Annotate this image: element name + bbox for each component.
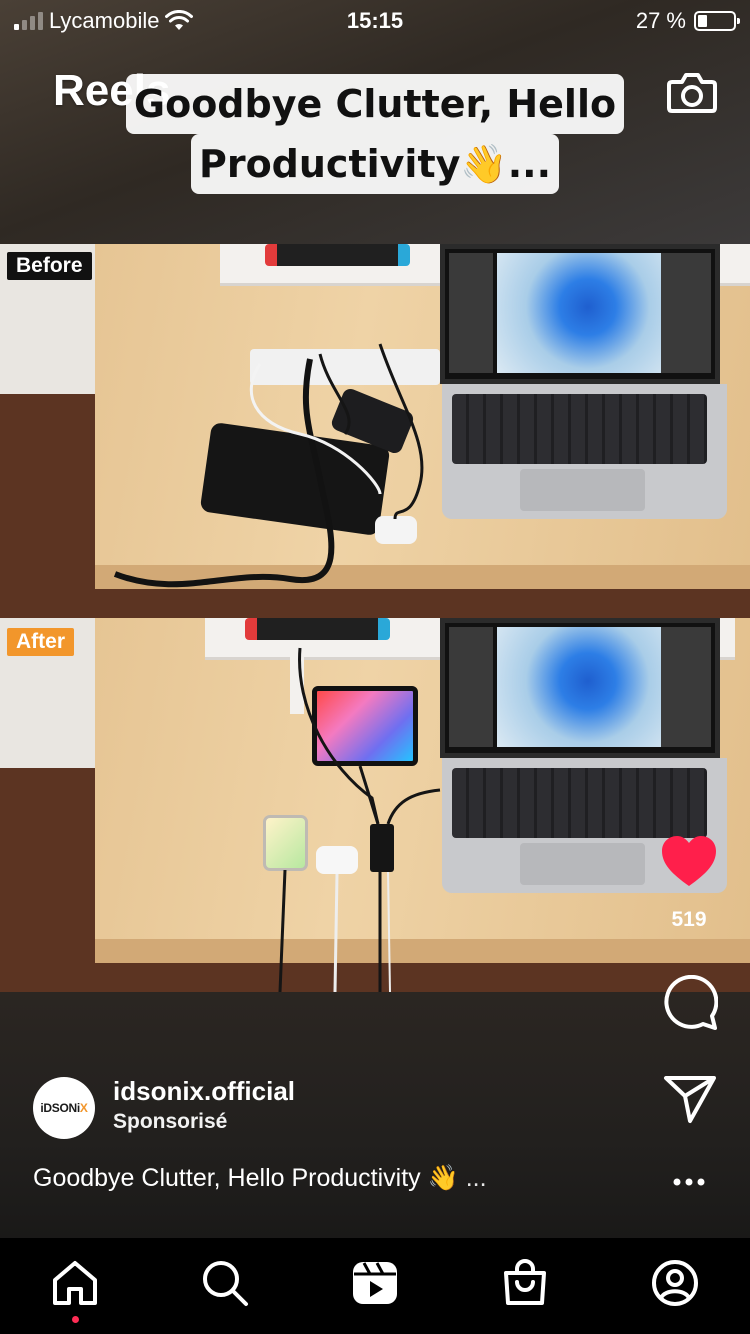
username[interactable]: idsonix.official	[113, 1076, 295, 1107]
organized-cables	[278, 647, 441, 992]
heart-icon[interactable]	[660, 834, 718, 888]
avatar-text-accent: X	[79, 1101, 88, 1115]
post-caption[interactable]: Goodbye Clutter, Hello Productivity 👋 ..…	[33, 1164, 487, 1193]
reel-video[interactable]: Before After	[0, 0, 750, 1238]
caption-text: Goodbye Clutter, Hello Productivity 👋	[33, 1164, 459, 1192]
more-horizontal-icon[interactable]	[664, 1170, 714, 1194]
home-icon[interactable]	[50, 1258, 100, 1308]
tangled-cables	[113, 343, 424, 588]
battery-status: 27 %	[635, 8, 740, 34]
home-active-indicator	[72, 1316, 79, 1323]
status-bar: Lycamobile 15:15 27 %	[0, 0, 750, 42]
reels-icon[interactable]	[350, 1258, 400, 1308]
battery-icon	[694, 11, 740, 31]
avatar-text: iDSONi	[40, 1101, 80, 1115]
before-label: Before	[7, 252, 92, 280]
before-panel: Before	[0, 244, 750, 618]
sponsored-label: Sponsorisé	[113, 1110, 228, 1133]
comment-icon[interactable]	[660, 975, 718, 1031]
like-count[interactable]: 519	[640, 908, 738, 932]
caption-more[interactable]: ...	[466, 1164, 487, 1192]
camera-icon[interactable]	[664, 64, 720, 120]
avatar[interactable]: iDSONi X	[33, 1077, 95, 1139]
send-icon[interactable]	[662, 1073, 718, 1125]
page-title: Reels	[53, 66, 171, 115]
after-label: After	[7, 628, 75, 656]
battery-percent: 27 %	[635, 8, 686, 33]
after-panel: After	[0, 618, 750, 992]
profile-icon[interactable]	[650, 1258, 700, 1308]
shop-icon[interactable]	[500, 1258, 550, 1308]
bottom-nav	[0, 1238, 750, 1334]
search-icon[interactable]	[200, 1258, 250, 1308]
